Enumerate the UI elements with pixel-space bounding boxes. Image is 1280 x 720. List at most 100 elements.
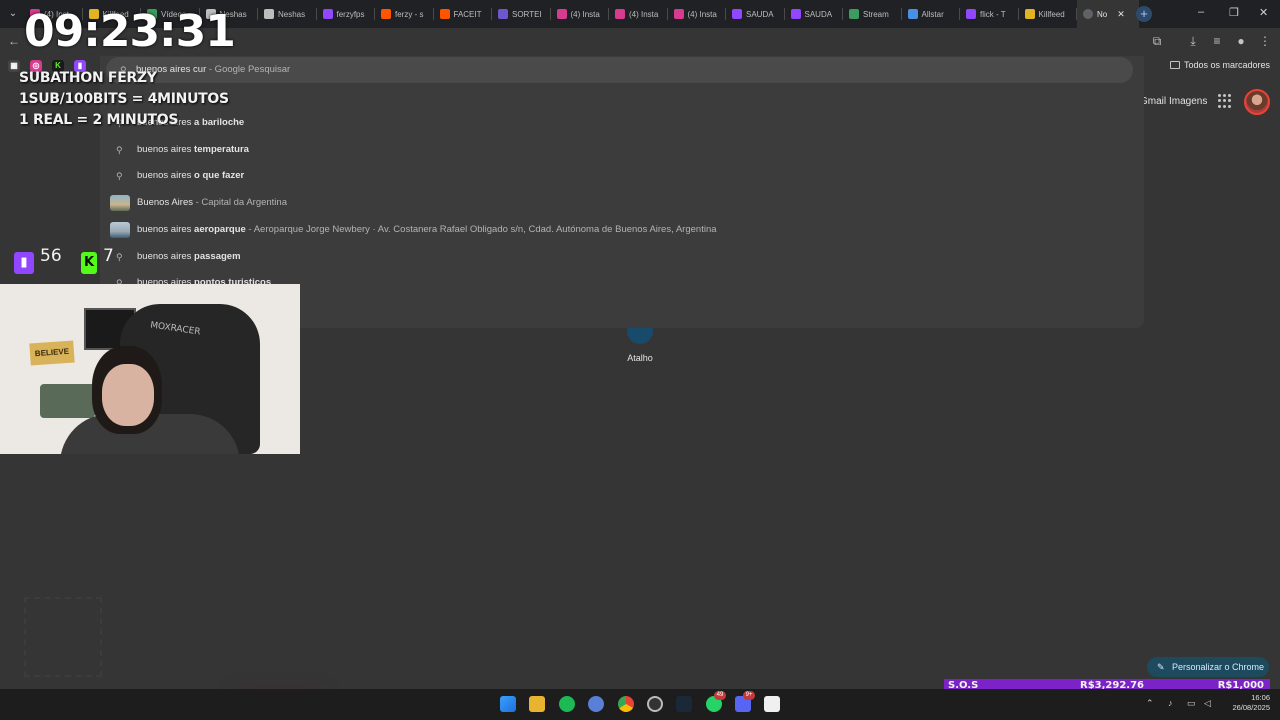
tab-title: ferzyfps bbox=[336, 9, 365, 19]
suggestion-bold: passagem bbox=[194, 250, 241, 262]
streamer-face bbox=[102, 364, 154, 426]
kick-icon: K bbox=[81, 252, 97, 274]
suggestion-item[interactable]: ⚲ buenos aires temperatura bbox=[100, 137, 1144, 163]
extensions-icon[interactable]: ⧉ bbox=[1149, 33, 1165, 49]
new-tab-button[interactable]: + bbox=[1136, 6, 1152, 22]
browser-tab[interactable]: ferzyfps bbox=[317, 0, 376, 28]
minimize-icon[interactable]: – bbox=[1198, 6, 1204, 18]
browser-tab[interactable]: SAUDA bbox=[726, 0, 785, 28]
tab-title: SORTEI bbox=[512, 9, 542, 19]
google-apps-icon[interactable] bbox=[1218, 94, 1232, 108]
customize-chrome-button[interactable]: ✎ Personalizar o Chrome bbox=[1147, 657, 1269, 677]
browser-tab[interactable]: FACEIT bbox=[434, 0, 493, 28]
browser-tab[interactable]: Stream bbox=[843, 0, 902, 28]
file-explorer-icon[interactable] bbox=[529, 696, 545, 712]
kick-count-value: 7 bbox=[103, 246, 114, 266]
suggestion-item[interactable]: ⚲ buenos aires o que fazer bbox=[100, 163, 1144, 189]
instagram-icon bbox=[673, 9, 684, 19]
profile-icon[interactable]: ● bbox=[1233, 33, 1249, 49]
faceit-icon bbox=[381, 9, 391, 19]
tray-chevron-icon[interactable]: ⌃ bbox=[1146, 698, 1154, 709]
instagram-icon bbox=[556, 9, 567, 19]
time-value: 16:06 bbox=[1251, 693, 1270, 702]
tab-title: ferzy - s bbox=[395, 9, 424, 19]
browser-tab[interactable]: Allstar bbox=[902, 0, 961, 28]
obs-icon[interactable] bbox=[647, 696, 663, 712]
customize-label: Personalizar o Chrome bbox=[1172, 662, 1265, 672]
tab-title: Allstar bbox=[921, 9, 944, 19]
download-icon[interactable]: ⤓ bbox=[1185, 33, 1201, 49]
subathon-rule-real: 1 REAL = 2 MINUTOS bbox=[19, 112, 179, 128]
account-avatar[interactable] bbox=[1244, 89, 1270, 115]
browser-tab[interactable]: (4) Insta bbox=[609, 0, 668, 28]
browser-tab[interactable]: Neshas bbox=[258, 0, 317, 28]
capcut-icon[interactable] bbox=[764, 696, 780, 712]
tab-title: No bbox=[1097, 9, 1108, 19]
search-icon: ⚲ bbox=[116, 251, 123, 262]
browser-tab[interactable]: (4) Insta bbox=[551, 0, 610, 28]
search-icon: ⚲ bbox=[116, 171, 123, 182]
close-tab-icon[interactable]: ✕ bbox=[1117, 9, 1125, 20]
faceit-icon bbox=[439, 9, 450, 19]
twitch-icon bbox=[732, 9, 742, 19]
tab-title: Stream bbox=[863, 9, 889, 19]
suggestion-item[interactable]: buenos aires aeroparque - Aeroparque Jor… bbox=[100, 217, 1144, 243]
suggestion-bold: a bariloche bbox=[194, 117, 245, 128]
all-bookmarks-button[interactable]: Todos os marcadores bbox=[1169, 60, 1270, 70]
shortcut-label: Atalho bbox=[627, 353, 653, 363]
microphone-icon[interactable]: ♪ bbox=[1168, 698, 1173, 708]
tab-search-icon[interactable]: ⌄ bbox=[4, 5, 22, 23]
buenos-aires-thumbnail bbox=[110, 195, 130, 212]
subathon-timer: 09:23:31 bbox=[24, 6, 236, 57]
active-tab[interactable]: No ✕ bbox=[1077, 0, 1139, 28]
tab-title: flick - T bbox=[980, 9, 1006, 19]
back-icon[interactable]: ← bbox=[6, 33, 22, 49]
volume-icon[interactable]: ◁ bbox=[1204, 698, 1211, 709]
twitch-count-value: 56 bbox=[40, 246, 62, 266]
suggestion-detail: - Capital da Argentina bbox=[192, 197, 287, 209]
chrome-icon[interactable] bbox=[618, 696, 634, 712]
suggestion-bold: temperatura bbox=[194, 143, 249, 155]
suggestion-prefix: buenos aires bbox=[137, 250, 195, 262]
kick-viewer-count: K7 bbox=[81, 246, 114, 274]
browser-tab[interactable]: (4) Insta bbox=[668, 0, 727, 28]
twitch-icon bbox=[966, 9, 976, 19]
media-icon[interactable]: ≡ bbox=[1209, 33, 1225, 49]
tab-title: Killfeed bbox=[1038, 9, 1065, 19]
windows-taskbar: 49 9+ ⌃ ♪ ▭ ◁ 16:06 26/08/2025 bbox=[0, 689, 1280, 720]
restore-icon[interactable]: ❐ bbox=[1229, 6, 1239, 19]
images-link[interactable]: Imagens bbox=[1169, 96, 1207, 107]
webcam-feed: BELIEVE MOXRACER bbox=[0, 284, 300, 454]
clock[interactable]: 16:06 26/08/2025 bbox=[1228, 693, 1270, 713]
close-window-icon[interactable]: ✕ bbox=[1259, 6, 1268, 19]
tab-title: (4) Insta bbox=[687, 9, 717, 19]
tab-title: FACEIT bbox=[453, 9, 482, 19]
date-value: 26/08/2025 bbox=[1232, 703, 1270, 712]
browser-tab[interactable]: Killfeed bbox=[1019, 0, 1078, 28]
windows-start-icon[interactable] bbox=[500, 696, 516, 712]
suggestion-item[interactable]: ⚲ buenos aires a bariloche bbox=[100, 110, 1144, 136]
suggestion-item[interactable]: Buenos Aires - Capital da Argentina bbox=[100, 190, 1144, 216]
allstar-icon bbox=[907, 9, 918, 19]
address-bar-input[interactable]: ⚲ buenos aires cur - Google Pesquisar bbox=[106, 57, 1133, 83]
menu-icon[interactable]: ⋮ bbox=[1257, 33, 1273, 49]
qr-code-overlay bbox=[24, 597, 102, 677]
app-icon[interactable] bbox=[588, 696, 604, 712]
steam-icon[interactable] bbox=[676, 696, 692, 712]
chrome-icon bbox=[1083, 9, 1093, 19]
browser-tab[interactable]: SORTEI bbox=[492, 0, 551, 28]
shelf bbox=[40, 384, 95, 418]
subathon-rule-sub: 1SUB/100BITS = 4MINUTOS bbox=[19, 91, 229, 107]
suggestion-prefix: buenos aires bbox=[137, 143, 195, 155]
suggestion-detail: - Aeroparque Jorge Newbery · Av. Costane… bbox=[245, 223, 717, 235]
tab-title: Neshas bbox=[278, 9, 306, 19]
twitch-icon bbox=[790, 9, 801, 19]
spotify-icon[interactable] bbox=[559, 696, 575, 712]
browser-tab[interactable]: flick - T bbox=[960, 0, 1019, 28]
network-icon[interactable]: ▭ bbox=[1187, 698, 1196, 709]
aeroparque-thumbnail bbox=[110, 221, 130, 238]
browser-tab[interactable]: SAUDA bbox=[785, 0, 844, 28]
browser-tab[interactable]: ferzy - s bbox=[375, 0, 434, 28]
suggestion-item[interactable]: ⚲ buenos aires passagem bbox=[100, 244, 1144, 270]
all-bookmarks-label: Todos os marcadores bbox=[1183, 60, 1270, 70]
